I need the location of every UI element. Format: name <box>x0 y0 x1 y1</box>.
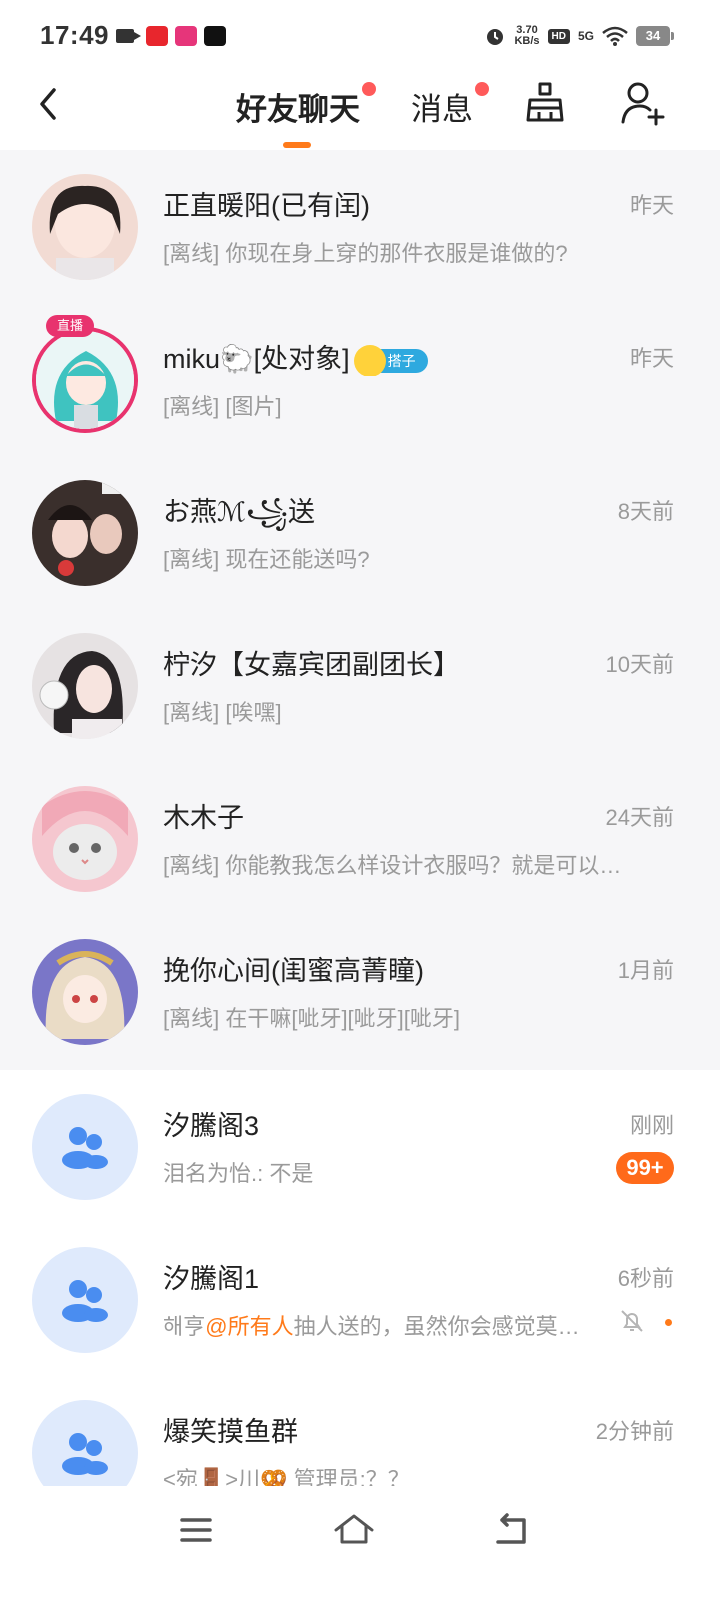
message-time: 2分钟前 <box>595 1419 674 1444</box>
contact-name: miku🐑[处对象] 搭子 <box>163 337 428 376</box>
hd-badge: HD <box>547 28 570 44</box>
mention-all: @所有人 <box>205 1314 294 1339</box>
live-badge: 直播 <box>46 315 94 337</box>
message-preview: 泪名为怡.: 不是 <box>163 1161 314 1186</box>
battery-indicator: 34 <box>636 26 674 46</box>
menu-icon[interactable] <box>174 1508 218 1552</box>
message-preview: 해亨@所有人抽人送的，虽然你会感觉莫… <box>163 1314 580 1339</box>
add-friend-icon[interactable] <box>620 80 666 126</box>
group-name: 汐騰阁1 <box>163 1264 260 1294</box>
shopping-app-icon <box>175 26 197 46</box>
avatar <box>32 480 138 586</box>
status-time: 17:49 <box>40 20 109 50</box>
group-avatar <box>32 1247 138 1353</box>
message-time: 10天前 <box>605 652 674 677</box>
partner-tag: 搭子 <box>353 344 428 376</box>
message-time: 24天前 <box>605 805 674 830</box>
tiktok-app-icon <box>204 26 226 46</box>
message-preview: [离线] 你能教我怎么样设计衣服吗？就是可以… <box>163 853 622 878</box>
avatar <box>32 327 138 433</box>
message-preview: [离线] 现在还能送吗? <box>163 547 370 572</box>
signal-5g: 5G <box>577 29 594 43</box>
conversation-row[interactable]: 挽你心间(闺蜜高菁瞳) 1月前 [离线] 在干嘛[呲牙][呲牙][呲牙] <box>0 915 720 1070</box>
conversation-row[interactable]: 直播 miku🐑[处对象] 搭子 昨天 [离线] [图片] <box>0 303 720 456</box>
group-name: 爆笑摸鱼群 <box>163 1417 298 1447</box>
cool-emoji-icon <box>353 344 386 376</box>
taobao-app-icon <box>146 26 168 46</box>
messages-tab-unread-dot <box>475 82 489 96</box>
conversation-row[interactable]: 木木子 24天前 [离线] 你能教我怎么样设计衣服吗？就是可以… <box>0 762 720 915</box>
group-conversation-row[interactable]: 汐騰阁3 刚刚 泪名为怡.: 不是 99+ <box>0 1070 720 1223</box>
message-time: 1月前 <box>617 958 674 983</box>
message-preview: [离线] 你现在身上穿的那件衣服是谁做的? <box>163 241 568 266</box>
cleanup-broom-icon[interactable] <box>522 80 568 126</box>
muted-bell-icon <box>621 1310 643 1332</box>
message-time: 昨天 <box>629 346 674 371</box>
contact-name: 正直暖阳(已有闰) <box>163 191 370 221</box>
system-navigation-bar <box>0 1486 720 1600</box>
home-icon[interactable] <box>332 1508 376 1552</box>
message-time: 8天前 <box>617 499 674 524</box>
group-people-icon <box>62 1433 108 1475</box>
app-header: 好友聊天 消息 <box>0 70 720 150</box>
contact-name: お燕ℳ꧁送 <box>163 497 316 527</box>
group-people-icon <box>62 1127 108 1169</box>
camera-recording-icon <box>116 29 141 43</box>
active-tab-indicator <box>283 142 311 148</box>
alarm-icon <box>487 29 504 45</box>
group-conversation-row[interactable]: 汐騰阁1 6秒前 해亨@所有人抽人送的，虽然你会感觉莫… <box>0 1223 720 1376</box>
message-time: 6秒前 <box>617 1266 674 1291</box>
message-preview: [离线] 在干嘛[呲牙][呲牙][呲牙] <box>163 1006 461 1031</box>
status-bar: 17:49 3.70 KB/s HD 5G 34 <box>0 0 720 70</box>
network-speed: 3.70 KB/s <box>514 24 540 47</box>
message-preview: [离线] [图片] <box>163 394 282 419</box>
message-time: 昨天 <box>629 193 674 218</box>
friends-tab-unread-dot <box>362 82 376 96</box>
conversation-row[interactable]: 正直暖阳(已有闰) 昨天 [离线] 你现在身上穿的那件衣服是谁做的? <box>0 150 720 303</box>
back-nav-icon[interactable] <box>490 1508 534 1552</box>
avatar <box>32 174 138 280</box>
avatar <box>32 939 138 1045</box>
message-preview: [离线] [唉嘿] <box>163 700 282 725</box>
message-time: 刚刚 <box>629 1113 674 1138</box>
contact-name: 柠汐【女嘉宾团副团长】 <box>163 650 460 680</box>
tab-messages[interactable]: 消息 <box>411 84 473 129</box>
group-avatar <box>32 1094 138 1200</box>
conversation-row[interactable]: 柠汐【女嘉宾团副团长】 10天前 [离线] [唉嘿] <box>0 609 720 762</box>
conversation-row[interactable]: お燕ℳ꧁送 8天前 [离线] 现在还能送吗? <box>0 456 720 609</box>
conversation-list: 正直暖阳(已有闰) 昨天 [离线] 你现在身上穿的那件衣服是谁做的? 直播 mi… <box>0 150 720 1529</box>
avatar <box>32 786 138 892</box>
contact-name: 木木子 <box>163 803 244 833</box>
unread-dot <box>665 1319 672 1326</box>
wifi-icon <box>602 26 628 46</box>
avatar <box>32 633 138 739</box>
tab-friends-chat[interactable]: 好友聊天 <box>236 84 360 129</box>
group-people-icon <box>62 1280 108 1322</box>
back-arrow-icon[interactable] <box>30 82 74 126</box>
group-name: 汐騰阁3 <box>163 1111 260 1141</box>
unread-count-badge: 99+ <box>616 1152 674 1184</box>
contact-name: 挽你心间(闺蜜高菁瞳) <box>163 956 424 986</box>
